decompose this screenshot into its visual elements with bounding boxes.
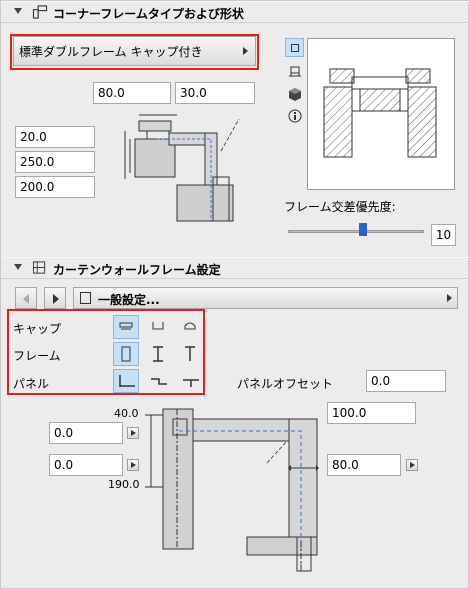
depth-field[interactable]: 30.0 xyxy=(175,82,255,104)
square-icon xyxy=(291,44,299,52)
dim-label-top: 40.0 xyxy=(114,407,139,420)
frame-preview xyxy=(307,38,455,190)
frame-preview-drawing xyxy=(323,68,437,158)
frame-intersection-label: フレーム交差優先度: xyxy=(284,200,396,214)
diagram-bottom-frame xyxy=(246,536,318,556)
next-button[interactable] xyxy=(44,287,66,309)
dim-label-bottom: 190.0 xyxy=(108,478,140,491)
priority-slider-thumb[interactable] xyxy=(358,223,367,236)
dim-field-c[interactable]: 200.0 xyxy=(15,176,95,198)
dim-field-a[interactable]: 20.0 xyxy=(15,126,95,148)
bottom-right-field-2[interactable]: 80.0 xyxy=(327,454,401,476)
panel-offset-field[interactable]: 0.0 xyxy=(366,370,446,392)
curtain-wall-icon xyxy=(33,261,46,274)
diagram-right-frame xyxy=(288,418,318,540)
info-icon xyxy=(288,109,302,123)
settings-label: 一般設定... xyxy=(98,293,160,307)
3d-view-button[interactable] xyxy=(285,84,304,103)
width-field[interactable]: 80.0 xyxy=(93,82,171,104)
collapse-triangle-icon[interactable] xyxy=(14,264,22,270)
diagram-left-frame xyxy=(162,408,194,550)
cube-icon xyxy=(289,88,301,101)
panel-offset-label: パネルオフセット xyxy=(237,377,334,391)
section-header-corner-frame[interactable]: コーナーフレームタイプおよび形状 xyxy=(1,1,469,23)
frame-section-diagram xyxy=(145,408,319,573)
highlight-component-options xyxy=(7,309,205,395)
info-button[interactable] xyxy=(285,106,304,125)
priority-slider-track[interactable] xyxy=(288,230,424,233)
chevron-right-icon xyxy=(447,294,452,302)
section-title: カーテンウォールフレーム設定 xyxy=(53,263,221,277)
increment-button-2[interactable] xyxy=(127,459,139,471)
floor-plan-view-button[interactable] xyxy=(285,38,304,57)
frame-settings-icon xyxy=(32,5,48,19)
settings-dropdown[interactable]: 一般設定... xyxy=(73,287,458,309)
bottom-right-field-1[interactable]: 100.0 xyxy=(327,402,416,424)
diagram-top-frame xyxy=(192,418,304,442)
previous-button[interactable] xyxy=(15,287,37,309)
frame-square-icon xyxy=(80,292,91,304)
dim-field-b[interactable]: 250.0 xyxy=(15,151,95,173)
highlight-frame-type xyxy=(10,34,259,70)
corner-frame-panel: コーナーフレームタイプおよび形状 標準ダブルフレーム キャップ付き 80.0 3… xyxy=(0,0,469,589)
collapse-triangle-icon[interactable] xyxy=(14,8,22,14)
corner-frame-diagram xyxy=(124,114,240,222)
section-title: コーナーフレームタイプおよび形状 xyxy=(53,7,244,21)
increment-button-3[interactable] xyxy=(406,459,418,471)
section-icon xyxy=(289,66,301,77)
priority-field[interactable]: 10 xyxy=(431,224,456,246)
bottom-left-field-1[interactable]: 0.0 xyxy=(49,422,123,444)
bottom-left-field-2[interactable]: 0.0 xyxy=(49,454,123,476)
increment-button-1[interactable] xyxy=(127,427,139,439)
arrow-left-icon xyxy=(23,294,29,304)
section-header-curtain-wall[interactable]: カーテンウォールフレーム設定 xyxy=(1,257,469,279)
arrow-right-icon xyxy=(53,294,59,304)
section-view-button[interactable] xyxy=(285,62,304,81)
